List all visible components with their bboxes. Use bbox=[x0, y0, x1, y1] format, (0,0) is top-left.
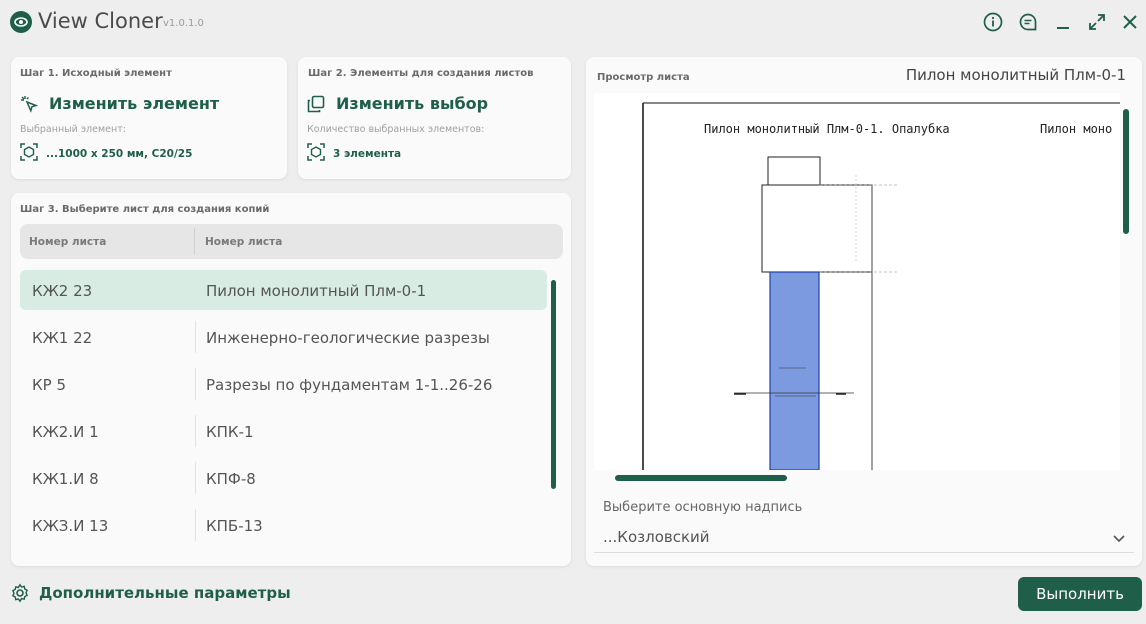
extra-params-label: Дополнительные параметры bbox=[39, 584, 291, 602]
step1-card: Шаг 1. Исходный элемент Изменить элемент… bbox=[11, 57, 287, 179]
step3-title: Шаг 3. Выберите лист для создания копий bbox=[20, 204, 270, 215]
selected-element-label: Выбранный элемент: bbox=[20, 124, 126, 135]
drawing-title-2: Пилон моно bbox=[1040, 122, 1112, 136]
column-header-name[interactable]: Номер листа bbox=[205, 236, 282, 248]
sheet-name: Пилон монолитный Плм-0-1 bbox=[206, 282, 427, 300]
app-title: View Cloner bbox=[38, 9, 163, 33]
sheet-name: КПБ-13 bbox=[206, 517, 263, 535]
title-block-label: Выберите основную надпись bbox=[603, 500, 803, 515]
preview-card: Просмотр листа Пилон монолитный Плм-0-1 … bbox=[586, 57, 1142, 566]
chat-icon[interactable] bbox=[1016, 10, 1040, 34]
table-row[interactable]: КЖЗ.И 13 КПБ-13 bbox=[20, 505, 547, 545]
sheet-preview-canvas[interactable]: Пилон монолитный Плм-0-1. Опалубка Пилон… bbox=[594, 93, 1120, 470]
table-scrollbar[interactable] bbox=[551, 280, 556, 489]
preview-label: Просмотр листа bbox=[597, 72, 690, 83]
app-version: v1.0.1.0 bbox=[163, 18, 204, 29]
drawing-svg: Пилон монолитный Плм-0-1. Опалубка Пилон… bbox=[642, 102, 1120, 470]
info-icon[interactable] bbox=[981, 10, 1005, 34]
minimize-icon[interactable] bbox=[1051, 10, 1075, 34]
sheet-name: Разрезы по фундаментам 1-1..26-26 bbox=[206, 376, 493, 394]
copy-icon bbox=[306, 94, 326, 114]
sheet-name: Инженерно-геологические разрезы bbox=[206, 329, 490, 347]
cell-divider bbox=[195, 509, 196, 541]
change-element-link[interactable]: Изменить элемент bbox=[49, 94, 219, 113]
cell-divider bbox=[195, 415, 196, 447]
select-underline bbox=[594, 552, 1134, 553]
column-header-number[interactable]: Номер листа bbox=[29, 236, 106, 248]
column-divider bbox=[194, 228, 195, 255]
cell-divider bbox=[195, 321, 196, 353]
table-row[interactable]: КР 5 Разрезы по фундаментам 1-1..26-26 bbox=[20, 364, 547, 404]
title-bar: View Cloner v1.0.1.0 bbox=[0, 0, 1146, 46]
cube-icon bbox=[19, 142, 39, 162]
selected-element-value: ...1000 x 250 мм, C20/25 bbox=[46, 148, 193, 160]
step1-title: Шаг 1. Исходный элемент bbox=[20, 68, 172, 79]
drawing-title: Пилон монолитный Плм-0-1. Опалубка bbox=[704, 122, 950, 136]
table-row[interactable]: КЖ1.И 8 КПФ-8 bbox=[20, 458, 547, 498]
extra-params-link[interactable]: Дополнительные параметры bbox=[10, 583, 291, 603]
sheet-number: КР 5 bbox=[32, 376, 67, 394]
sheet-number: КЖ2.И 1 bbox=[32, 423, 99, 441]
change-selection-link[interactable]: Изменить выбор bbox=[336, 94, 488, 113]
sheet-number: КЖ1 22 bbox=[32, 329, 93, 347]
cell-divider bbox=[195, 462, 196, 494]
eye-logo-icon bbox=[10, 11, 32, 33]
cursor-click-icon bbox=[19, 94, 39, 114]
step2-title: Шаг 2. Элементы для создания листов bbox=[308, 68, 534, 79]
table-row[interactable]: КЖ1 22 Инженерно-геологические разрезы bbox=[20, 317, 547, 357]
preview-horizontal-scrollbar[interactable] bbox=[615, 475, 787, 481]
expand-icon[interactable] bbox=[1085, 10, 1109, 34]
sheet-table-header: Номер листа Номер листа bbox=[20, 224, 563, 259]
cell-divider bbox=[195, 368, 196, 400]
chevron-down-icon[interactable] bbox=[1112, 530, 1126, 544]
close-icon[interactable] bbox=[1118, 10, 1142, 34]
gear-icon bbox=[10, 583, 30, 603]
sheet-number: КЖ1.И 8 bbox=[32, 470, 99, 488]
title-block-select[interactable]: ...Козловский bbox=[603, 528, 710, 546]
sheet-name: КПК-1 bbox=[206, 423, 254, 441]
step3-card: Шаг 3. Выберите лист для создания копий … bbox=[11, 193, 571, 566]
sheet-number: КЖЗ.И 13 bbox=[32, 517, 109, 535]
preview-vertical-scrollbar[interactable] bbox=[1123, 109, 1129, 234]
run-button[interactable]: Выполнить bbox=[1018, 577, 1142, 611]
sheet-name: КПФ-8 bbox=[206, 470, 256, 488]
preview-sheet-name: Пилон монолитный Плм-0-1 bbox=[905, 66, 1126, 84]
selected-count-label: Количество выбранных элементов: bbox=[307, 124, 485, 135]
cube-icon bbox=[306, 142, 326, 162]
table-row[interactable]: КЖ2.И 1 КПК-1 bbox=[20, 411, 547, 451]
sheet-number: КЖ2 23 bbox=[32, 282, 93, 300]
selected-count-value: 3 элемента bbox=[333, 148, 402, 160]
table-row[interactable]: КЖ2 23 Пилон монолитный Плм-0-1 bbox=[20, 270, 547, 310]
step2-card: Шаг 2. Элементы для создания листов Изме… bbox=[298, 57, 571, 179]
